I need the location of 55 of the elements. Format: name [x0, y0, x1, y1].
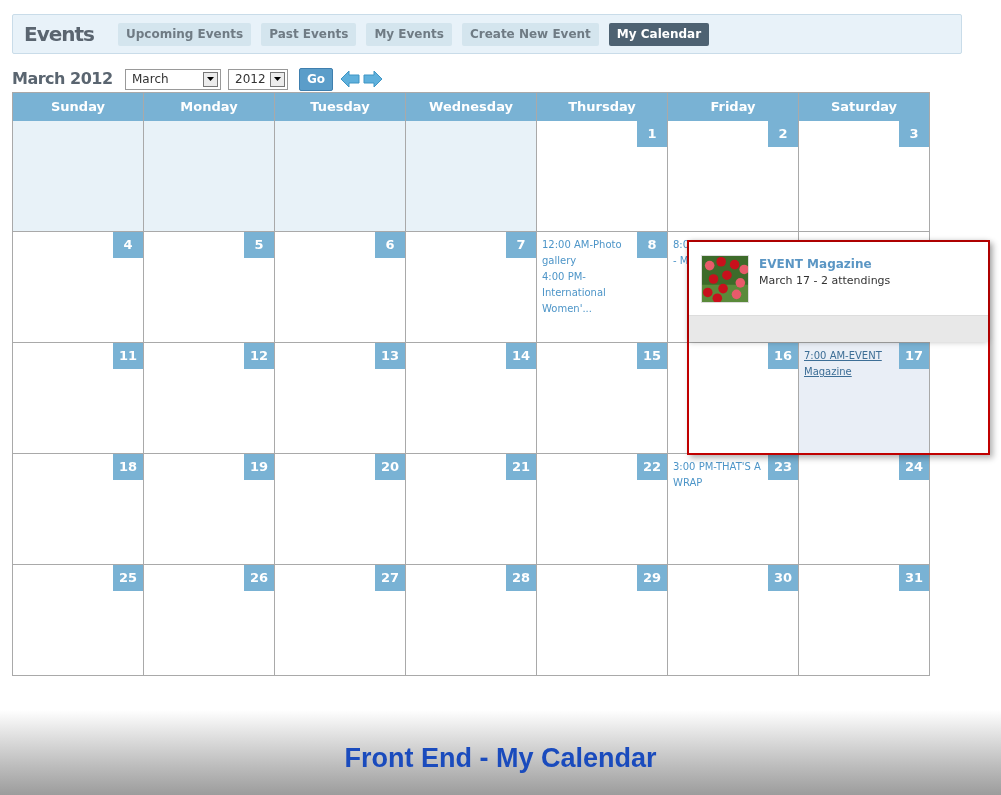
caption: Front End - My Calendar	[344, 742, 657, 776]
day-number: 21	[506, 454, 536, 480]
day-number: 20	[375, 454, 405, 480]
day-number: 22	[637, 454, 667, 480]
day-number: 29	[637, 565, 667, 591]
popup-subtitle: March 17 - 2 attendings	[759, 273, 891, 289]
day-number: 17	[899, 343, 929, 369]
day-number: 28	[506, 565, 536, 591]
weekday-header: Tuesday	[275, 93, 406, 121]
day-number: 16	[768, 343, 798, 369]
weekday-header: Wednesday	[406, 93, 537, 121]
weekday-header: Thursday	[537, 93, 668, 121]
day-number: 14	[506, 343, 536, 369]
day-number: 5	[244, 232, 274, 258]
go-button[interactable]: Go	[299, 67, 333, 91]
nav-tab[interactable]: Create New Event	[461, 22, 599, 46]
nav-tab[interactable]: My Calendar	[608, 22, 710, 46]
weekday-header: Friday	[668, 93, 799, 121]
day-number: 23	[768, 454, 798, 480]
day-number: 8	[637, 232, 667, 258]
month-heading: March 2012	[12, 68, 114, 90]
day-number: 31	[899, 565, 929, 591]
previous-arrow-icon[interactable]	[339, 69, 361, 89]
day-number: 15	[637, 343, 667, 369]
event-link[interactable]: 7:00 AM-EVENT Magazine	[804, 348, 897, 380]
day-number: 18	[113, 454, 143, 480]
day-number: 26	[244, 565, 274, 591]
day-number: 19	[244, 454, 274, 480]
day-number: 13	[375, 343, 405, 369]
day-number: 6	[375, 232, 405, 258]
day-number: 1	[637, 121, 667, 147]
day-number: 7	[506, 232, 536, 258]
day-number: 25	[113, 565, 143, 591]
dropdown[interactable]: 2012	[228, 68, 288, 90]
event-link[interactable]: 3:00 PM-THAT'S A WRAP	[673, 459, 766, 491]
page-title: Events	[24, 21, 94, 48]
event-link[interactable]: 12:00 AM-Photo gallery	[542, 237, 635, 269]
popup-title[interactable]: EVENT Magazine	[759, 255, 891, 273]
day-number: 4	[113, 232, 143, 258]
day-number: 30	[768, 565, 798, 591]
day-number: 27	[375, 565, 405, 591]
day-number: 12	[244, 343, 274, 369]
weekday-header: Saturday	[799, 93, 930, 121]
next-arrow-icon[interactable]	[362, 69, 384, 89]
weekday-header: Monday	[144, 93, 275, 121]
nav-tab[interactable]: My Events	[366, 22, 452, 46]
event-link[interactable]: 4:00 PM-International Women'...	[542, 269, 635, 317]
day-number: 11	[113, 343, 143, 369]
nav-tab[interactable]: Upcoming Events	[117, 22, 252, 46]
weekday-header: Sunday	[13, 93, 144, 121]
day-number: 24	[899, 454, 929, 480]
nav-tab[interactable]: Past Events	[261, 22, 357, 46]
day-number: 3	[899, 121, 929, 147]
dropdown[interactable]: March	[125, 68, 221, 90]
day-number: 2	[768, 121, 798, 147]
